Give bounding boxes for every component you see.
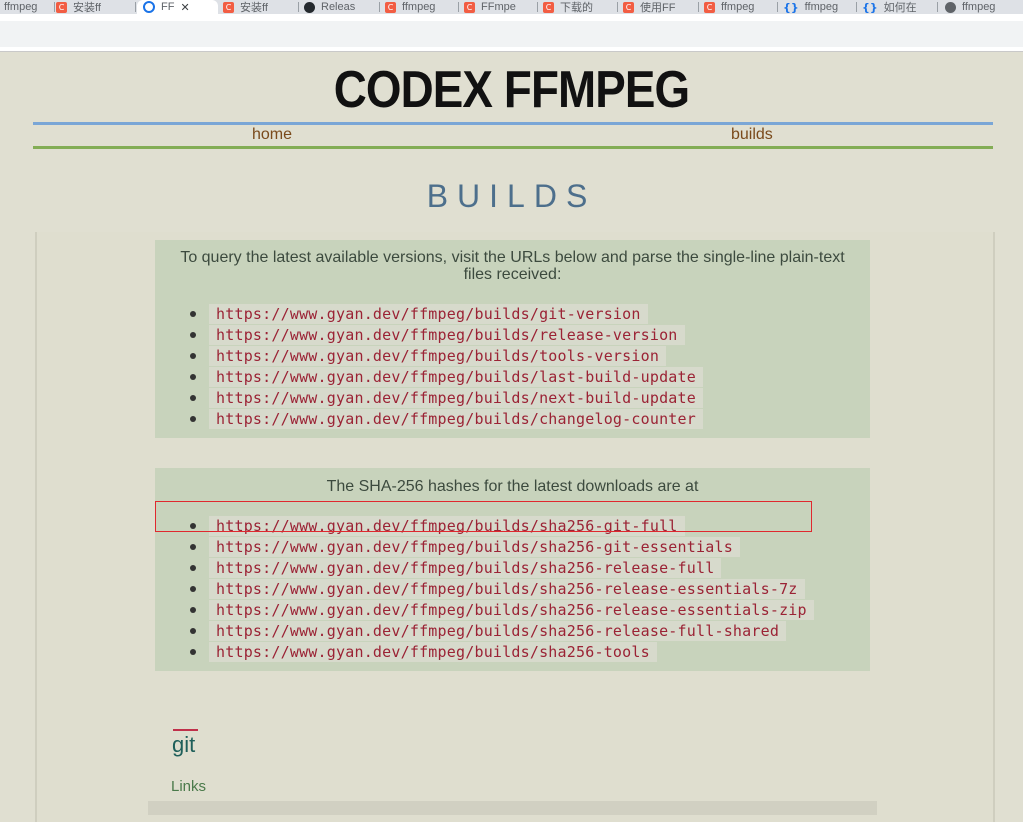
browser-tabstrip: ffmpeg C 安装ff FF ✕ C 安装ff Releas Cffmpeg CF…	[0, 0, 1023, 14]
csdn-icon: C	[704, 1, 715, 13]
tab-title: 安装ff	[73, 2, 101, 14]
url-link[interactable]: https://www.gyan.dev/ffmpeg/builds/sha25…	[209, 599, 814, 620]
csdn-icon: C	[56, 1, 67, 13]
url-link[interactable]: https://www.gyan.dev/ffmpeg/builds/git-v…	[209, 303, 648, 324]
list-item: https://www.gyan.dev/ffmpeg/builds/sha25…	[190, 578, 814, 599]
hash-intro-text: The SHA-256 hashes for the latest downlo…	[326, 478, 699, 495]
tab-title: ffmpeg	[804, 1, 839, 13]
browser-tab[interactable]: C FFmpe	[460, 0, 538, 14]
browser-tab[interactable]: ffmpeg	[939, 0, 1023, 14]
browser-tab[interactable]: {} 如何在	[858, 0, 938, 14]
bullet	[190, 394, 196, 401]
bullet	[190, 627, 196, 634]
tab-title: 下载的	[560, 2, 593, 14]
bullet	[190, 331, 196, 338]
list-item: https://www.gyan.dev/ffmpeg/builds/sha25…	[190, 641, 814, 662]
bullet	[190, 564, 196, 571]
highlight-annotation	[155, 501, 812, 532]
csdn-icon: C	[464, 1, 475, 13]
tab-title: ffmpeg	[4, 1, 38, 13]
csdn-icon: C	[385, 1, 396, 13]
list-item: https://www.gyan.dev/ffmpeg/builds/sha25…	[190, 620, 814, 641]
tab-title: 如何在	[883, 2, 917, 14]
url-link[interactable]: https://www.gyan.dev/ffmpeg/builds/sha25…	[209, 620, 787, 641]
browser-tab[interactable]: C 使用FF	[619, 0, 699, 14]
tab-title: Releas	[321, 1, 356, 13]
close-tab-icon[interactable]: ✕	[180, 1, 189, 14]
page-content: CODEX FFMPEG home builds BUILDS To query…	[0, 52, 1023, 822]
tab-title: 安装ff	[240, 2, 268, 14]
version-intro-text: To query the latest available versions, …	[180, 249, 845, 283]
url-link[interactable]: https://www.gyan.dev/ffmpeg/builds/last-…	[209, 366, 703, 387]
address-bar[interactable]	[0, 21, 1023, 47]
list-item: https://www.gyan.dev/ffmpeg/builds/tools…	[190, 345, 703, 366]
version-urls-box: To query the latest available versions, …	[155, 240, 870, 438]
links-label: Links	[171, 778, 207, 795]
url-link[interactable]: https://www.gyan.dev/ffmpeg/builds/chang…	[209, 408, 703, 429]
nav-top-rule	[33, 122, 993, 125]
browser-tab[interactable]: C 安装ff	[219, 0, 299, 14]
browser-tab[interactable]: C 下载的	[539, 0, 618, 14]
url-link[interactable]: https://www.gyan.dev/ffmpeg/builds/sha25…	[209, 557, 722, 578]
browser-tab[interactable]: Cffmpeg	[700, 0, 778, 14]
hash-urls-box: The SHA-256 hashes for the latest downlo…	[155, 468, 870, 671]
browser-tab[interactable]: Releas	[300, 0, 380, 14]
bullet	[190, 373, 196, 380]
browser-tab[interactable]: C 安装ff	[56, 0, 136, 14]
browser-tab[interactable]: ffmpeg	[0, 0, 55, 14]
tab-title: 使用FF	[640, 2, 676, 14]
nav-link-home[interactable]: home	[252, 126, 292, 144]
bullet	[190, 585, 196, 592]
list-item: https://www.gyan.dev/ffmpeg/builds/sha25…	[190, 599, 814, 620]
browser-tab[interactable]: Cffmpeg	[381, 0, 459, 14]
csdn-icon: C	[543, 1, 554, 13]
site-title: CODEX FFMPEG	[333, 61, 690, 119]
nav-bottom-rule	[33, 146, 993, 149]
csdn-icon: C	[223, 1, 234, 13]
url-link[interactable]: https://www.gyan.dev/ffmpeg/builds/sha25…	[209, 578, 805, 599]
table-header-strip	[148, 801, 877, 815]
list-item: https://www.gyan.dev/ffmpeg/builds/next-…	[190, 387, 703, 408]
github-icon	[304, 1, 315, 13]
hash-url-list: https://www.gyan.dev/ffmpeg/builds/sha25…	[190, 515, 814, 662]
braces-icon: {}	[783, 0, 799, 14]
list-item: https://www.gyan.dev/ffmpeg/builds/chang…	[190, 408, 703, 429]
url-link[interactable]: https://www.gyan.dev/ffmpeg/builds/relea…	[209, 324, 685, 345]
bullet	[190, 648, 196, 655]
url-link[interactable]: https://www.gyan.dev/ffmpeg/builds/next-…	[209, 387, 703, 408]
version-url-list: https://www.gyan.dev/ffmpeg/builds/git-v…	[190, 303, 703, 429]
bullet	[190, 415, 196, 422]
section-heading: BUILDS	[426, 178, 597, 214]
nav-link-builds[interactable]: builds	[731, 126, 773, 144]
tab-title: FF	[161, 1, 175, 13]
tab-title: ffmpeg	[402, 1, 436, 13]
globe-icon	[945, 1, 956, 13]
bullet	[190, 606, 196, 613]
list-item: https://www.gyan.dev/ffmpeg/builds/relea…	[190, 324, 703, 345]
browser-tab-active[interactable]: FF ✕	[137, 0, 218, 14]
git-heading: git	[172, 732, 196, 757]
list-item: https://www.gyan.dev/ffmpeg/builds/sha25…	[190, 536, 814, 557]
bullet	[190, 543, 196, 550]
tab-title: ffmpeg	[962, 1, 996, 13]
tab-title: FFmpe	[481, 1, 516, 13]
bullet	[190, 352, 196, 359]
list-item: https://www.gyan.dev/ffmpeg/builds/last-…	[190, 366, 703, 387]
url-link[interactable]: https://www.gyan.dev/ffmpeg/builds/sha25…	[209, 641, 657, 662]
browser-tab[interactable]: {} ffmpeg	[779, 0, 857, 14]
url-link[interactable]: https://www.gyan.dev/ffmpeg/builds/sha25…	[209, 536, 740, 557]
browser-toolbar	[0, 14, 1023, 48]
list-item: https://www.gyan.dev/ffmpeg/builds/sha25…	[190, 557, 814, 578]
csdn-icon: C	[623, 1, 634, 13]
heading-accent	[173, 729, 198, 731]
tab-title: ffmpeg	[721, 1, 755, 13]
braces-icon: {}	[862, 0, 878, 14]
url-link[interactable]: https://www.gyan.dev/ffmpeg/builds/tools…	[209, 345, 667, 366]
chrome-icon	[143, 1, 155, 13]
bullet	[190, 310, 196, 317]
list-item: https://www.gyan.dev/ffmpeg/builds/git-v…	[190, 303, 703, 324]
